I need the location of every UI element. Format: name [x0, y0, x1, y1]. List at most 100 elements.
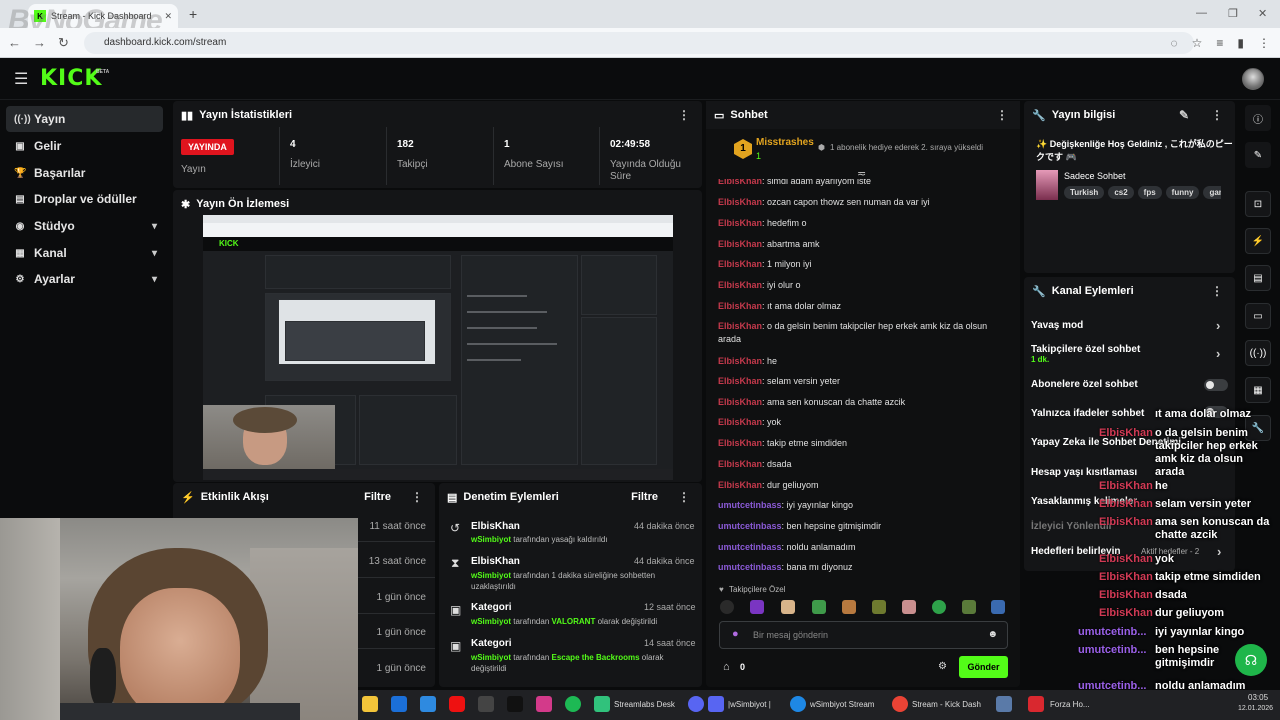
- youtube-icon[interactable]: [449, 696, 465, 712]
- tag-chip[interactable]: fps: [1137, 186, 1162, 199]
- chat-username[interactable]: ElbisKhan: [718, 218, 762, 228]
- chat-username[interactable]: umutcetinbass: [718, 562, 782, 572]
- emoji-icon[interactable]: ☻: [987, 629, 998, 640]
- chat-username[interactable]: ElbisKhan: [718, 280, 762, 290]
- chat-username[interactable]: ElbisKhan: [718, 438, 762, 448]
- headset-icon[interactable]: ☊: [1235, 644, 1267, 676]
- tag-chip[interactable]: cs2: [1108, 186, 1134, 199]
- slow-mode-row[interactable]: Yavaş mod ›: [1031, 318, 1226, 333]
- emote-icon[interactable]: [932, 600, 946, 614]
- filter-button[interactable]: Filtre: [364, 491, 391, 503]
- taskbar-label[interactable]: Stream - Kick Dash: [912, 700, 981, 709]
- kick-logo[interactable]: KICK: [40, 66, 102, 91]
- broadcast-icon[interactable]: ((·)): [1245, 340, 1271, 366]
- file-explorer-icon[interactable]: [362, 696, 378, 712]
- close-tab-icon[interactable]: ✕: [164, 11, 172, 22]
- sidebar-item-ayarlar[interactable]: ⚙ Ayarlar ▾: [6, 266, 163, 292]
- tag-chip[interactable]: funny: [1165, 186, 1200, 199]
- emote-icon[interactable]: [962, 600, 976, 614]
- menu-icon[interactable]: ☰: [14, 69, 28, 89]
- info-icon[interactable]: ⓘ: [1245, 105, 1271, 131]
- chat-username[interactable]: umutcetinbass: [718, 521, 782, 531]
- forza-icon[interactable]: [1028, 696, 1044, 712]
- bookmark-icon[interactable]: ▮: [1237, 36, 1244, 50]
- back-icon[interactable]: ←: [8, 35, 21, 51]
- eye-off-icon[interactable]: ◌: [1170, 36, 1177, 50]
- emote-icon[interactable]: [750, 600, 764, 614]
- emote-icon[interactable]: [781, 600, 795, 614]
- chat-username[interactable]: ElbisKhan: [718, 376, 762, 386]
- app-icon[interactable]: [708, 696, 724, 712]
- minimize-icon[interactable]: —: [1196, 7, 1207, 19]
- more-icon[interactable]: ⋮: [1211, 284, 1223, 298]
- category-name[interactable]: Sadece Sohbet: [1064, 171, 1126, 181]
- emote-icon[interactable]: [812, 600, 826, 614]
- send-button[interactable]: Gönder: [959, 656, 1008, 678]
- chat-username[interactable]: ElbisKhan: [718, 480, 762, 490]
- sidebar-item-gelir[interactable]: ▣ Gelir: [6, 133, 163, 159]
- sidebar-item-kanal[interactable]: ▦ Kanal ▾: [6, 240, 163, 266]
- chat-username[interactable]: ElbisKhan: [718, 356, 762, 366]
- chat-username[interactable]: umutcetinbass: [718, 542, 782, 552]
- filter-button[interactable]: Filtre: [631, 491, 658, 503]
- layout-icon[interactable]: ▦: [1245, 377, 1271, 403]
- reload-icon[interactable]: ↻: [58, 35, 69, 51]
- sidebar-item-studyo[interactable]: ◉ Stüdyo ▾: [6, 213, 163, 239]
- app-icon[interactable]: [391, 696, 407, 712]
- url-field[interactable]: dashboard.kick.com/stream: [84, 32, 1194, 54]
- emote-icon[interactable]: [902, 600, 916, 614]
- chat-icon[interactable]: ▭: [1245, 303, 1271, 329]
- lightning-icon[interactable]: ⚡: [1245, 228, 1271, 254]
- more-icon[interactable]: ⋮: [1258, 36, 1270, 50]
- edit-icon[interactable]: ✎: [1245, 142, 1271, 168]
- chat-username[interactable]: ElbisKhan: [718, 197, 762, 207]
- emote-icon[interactable]: [991, 600, 1005, 614]
- taskbar-label[interactable]: |wSimbiyot |: [728, 700, 771, 709]
- app-icon[interactable]: [420, 696, 436, 712]
- taskbar-label[interactable]: wSimbiyot Stream: [810, 700, 874, 709]
- sidebar-item-basarilar[interactable]: 🏆 Başarılar: [6, 160, 163, 186]
- chat-username[interactable]: umutcetinbass: [718, 500, 782, 510]
- sidebar-item-yayin[interactable]: ((·)) Yayın: [6, 106, 163, 132]
- followers-only-row[interactable]: Takipçilere özel sohbet 1 dk. ›: [1031, 344, 1226, 364]
- sidebar-item-droplar[interactable]: ▤ Droplar ve ödüller: [6, 186, 163, 212]
- emote-icon[interactable]: [872, 600, 886, 614]
- avatar[interactable]: [1242, 68, 1264, 90]
- close-window-icon[interactable]: ✕: [1258, 7, 1267, 20]
- chat-username[interactable]: ElbisKhan: [718, 397, 762, 407]
- taskbar-label[interactable]: Forza Ho...: [1050, 700, 1090, 709]
- more-icon[interactable]: ⋮: [678, 108, 690, 122]
- chat-username[interactable]: ElbisKhan: [718, 417, 762, 427]
- forward-icon[interactable]: →: [33, 35, 46, 51]
- gifter-name[interactable]: Misstrashes: [756, 137, 814, 148]
- edit-icon[interactable]: ✎: [1179, 108, 1189, 122]
- discord-icon[interactable]: [688, 696, 704, 712]
- emote-icon[interactable]: [720, 600, 734, 614]
- mic-icon[interactable]: ●: [732, 628, 739, 640]
- chrome-icon[interactable]: [892, 696, 908, 712]
- app-icon[interactable]: [996, 696, 1012, 712]
- more-icon[interactable]: ⋮: [678, 490, 690, 504]
- star-icon[interactable]: ☆: [1192, 36, 1203, 50]
- chat-username[interactable]: ElbisKhan: [718, 459, 762, 469]
- app-icon[interactable]: [478, 696, 494, 712]
- tiktok-icon[interactable]: [507, 696, 523, 712]
- new-tab-icon[interactable]: +: [189, 6, 197, 22]
- chat-settings-icon[interactable]: ⚙: [938, 661, 947, 672]
- subs-only-toggle[interactable]: [1204, 379, 1228, 391]
- instagram-icon[interactable]: [536, 696, 552, 712]
- points-icon[interactable]: ⌂: [723, 661, 730, 673]
- spotify-icon[interactable]: [565, 696, 581, 712]
- document-icon[interactable]: ▤: [1245, 265, 1271, 291]
- collapse-icon[interactable]: ≂: [857, 167, 866, 180]
- chat-username[interactable]: ElbisKhan: [718, 321, 762, 331]
- extensions-icon[interactable]: ≡: [1216, 36, 1223, 50]
- tag-chip[interactable]: Turkish: [1064, 186, 1105, 199]
- more-icon[interactable]: ⋮: [996, 108, 1008, 122]
- chat-username[interactable]: ElbisKhan: [718, 301, 762, 311]
- target-icon[interactable]: ⊡: [1245, 191, 1271, 217]
- maximize-icon[interactable]: ❐: [1228, 7, 1238, 20]
- chat-username[interactable]: ElbisKhan: [718, 259, 762, 269]
- taskbar-label[interactable]: Streamlabs Desk: [614, 700, 675, 709]
- chat-input[interactable]: ● Bir mesaj gönderin ☻: [719, 621, 1008, 649]
